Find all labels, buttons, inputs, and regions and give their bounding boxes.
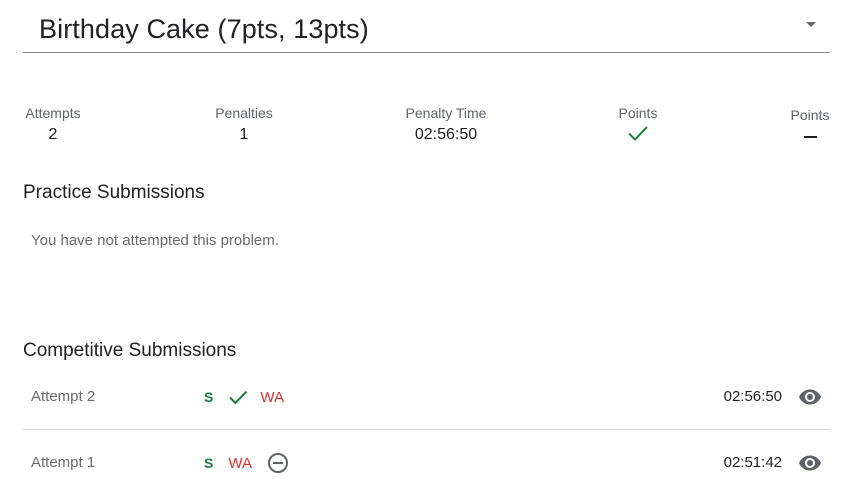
- penalty-time-value: 02:56:50: [414, 126, 478, 143]
- problem-select[interactable]: Birthday Cake (7pts, 13pts): [23, 0, 830, 53]
- verdict-list: S WA: [204, 385, 284, 409]
- attempt-row: Attempt 1 S WA 02:51:42: [23, 441, 830, 485]
- verdict-wrong-answer: WA: [260, 388, 284, 406]
- problem-title: Birthday Cake (7pts, 13pts): [39, 14, 369, 44]
- stat-penalties: Penalties 1: [214, 105, 274, 144]
- verdict-list: S WA: [204, 451, 289, 475]
- attempts-value: 2: [48, 126, 58, 143]
- points-2-value: [803, 136, 817, 138]
- penalties-value: 1: [239, 126, 249, 143]
- eye-icon[interactable]: [798, 385, 822, 409]
- stat-points-1: Points: [614, 105, 662, 142]
- competitive-heading: Competitive Submissions: [23, 340, 237, 361]
- attempt-time: 02:56:50: [723, 388, 782, 405]
- practice-heading: Practice Submissions: [23, 182, 205, 203]
- points-1-label: Points: [618, 105, 658, 121]
- eye-icon[interactable]: [798, 451, 822, 475]
- dropdown-arrow-icon[interactable]: [806, 22, 816, 27]
- verdict-small: S: [204, 455, 214, 471]
- penalty-time-label: Penalty Time: [405, 105, 487, 121]
- block-icon: [267, 453, 288, 473]
- points-2-label: Points: [790, 107, 830, 123]
- attempt-label: Attempt 1: [31, 454, 96, 471]
- stat-attempts: Attempts 2: [23, 105, 83, 144]
- practice-empty-message: You have not attempted this problem.: [31, 232, 279, 249]
- stat-penalty-time: Penalty Time 02:56:50: [403, 105, 489, 144]
- attempts-label: Attempts: [25, 105, 81, 121]
- check-icon: [229, 390, 248, 405]
- penalties-label: Penalties: [215, 105, 273, 121]
- attempt-time: 02:51:42: [723, 454, 782, 471]
- stat-points-2: Points: [786, 107, 834, 138]
- attempt-label: Attempt 2: [31, 388, 96, 405]
- verdict-wrong-answer: WA: [228, 454, 252, 472]
- check-icon: [628, 126, 648, 141]
- verdict-small: S: [204, 389, 214, 405]
- attempt-row: Attempt 2 S WA 02:56:50: [23, 375, 830, 430]
